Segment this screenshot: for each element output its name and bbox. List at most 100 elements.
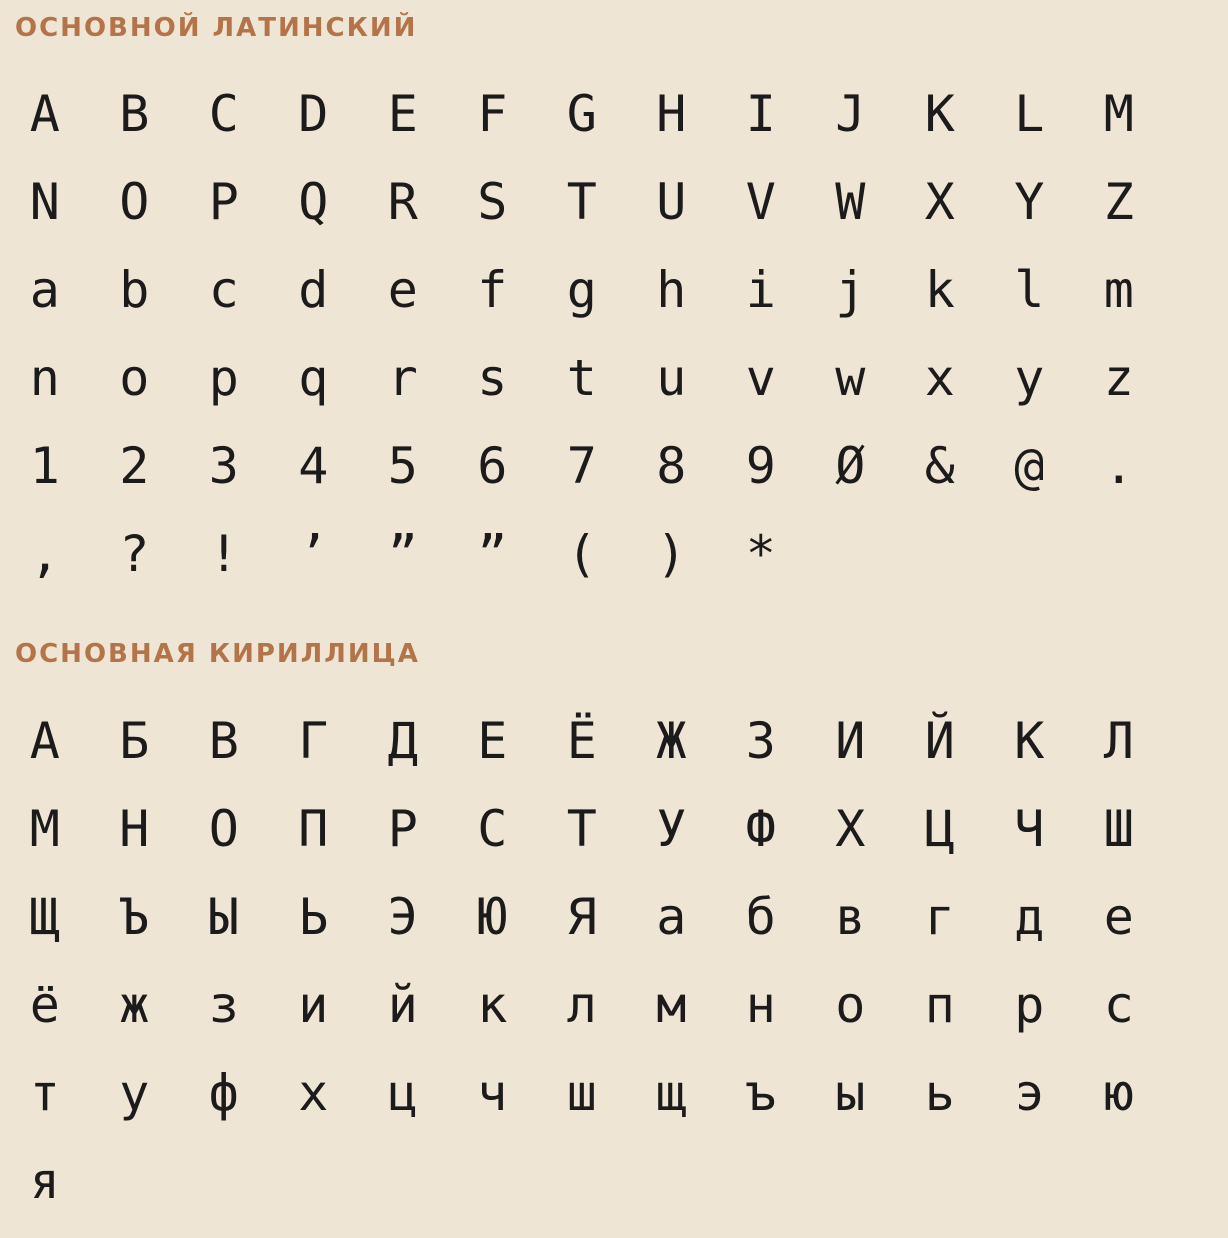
- glyph-cell: z: [1103, 349, 1134, 407]
- glyph-cell: Р: [387, 800, 418, 858]
- glyph-cell: t: [566, 349, 597, 407]
- glyph-cell: П: [298, 800, 329, 858]
- glyph-cell: a: [29, 261, 60, 319]
- glyph-cell: О: [208, 800, 239, 858]
- glyph-cell: д: [1014, 888, 1045, 946]
- glyph-cell: й: [387, 976, 418, 1034]
- glyph-cell: Г: [298, 712, 329, 770]
- glyph-cell: s: [477, 349, 508, 407]
- glyph-cell: ”: [387, 525, 418, 583]
- glyph-cell: ж: [119, 976, 150, 1034]
- glyph-cell: о: [835, 976, 866, 1034]
- glyph-cell: х: [298, 1064, 329, 1122]
- glyph-cell: j: [835, 261, 866, 319]
- glyph-cell: ю: [1103, 1064, 1134, 1122]
- glyph-cell: g: [566, 261, 597, 319]
- glyph-cell: Ё: [566, 712, 597, 770]
- glyph-cell: P: [208, 173, 239, 231]
- glyph-cell: m: [1103, 261, 1134, 319]
- glyph-cell: i: [745, 261, 776, 319]
- glyph-cell: J: [835, 85, 866, 143]
- glyph-cell: .: [1103, 437, 1134, 495]
- glyph-cell: Q: [298, 173, 329, 231]
- glyph-cell: Б: [119, 712, 150, 770]
- glyph-cell: E: [387, 85, 418, 143]
- glyph-cell: С: [477, 800, 508, 858]
- glyph-cell: e: [387, 261, 418, 319]
- glyph-cell: T: [566, 173, 597, 231]
- glyph-cell: w: [835, 349, 866, 407]
- glyph-cell: u: [656, 349, 687, 407]
- glyph-cell: Z: [1103, 173, 1134, 231]
- glyph-cell: Э: [387, 888, 418, 946]
- glyph-cell: H: [656, 85, 687, 143]
- glyph-cell: 9: [745, 437, 776, 495]
- glyph-cell: D: [298, 85, 329, 143]
- glyph-cell: Ж: [656, 712, 687, 770]
- glyph-cell: Ц: [924, 800, 955, 858]
- glyph-cell: 7: [566, 437, 597, 495]
- glyph-cell: Щ: [29, 888, 60, 946]
- glyph-cell: (: [566, 525, 597, 583]
- glyph-cell: 8: [656, 437, 687, 495]
- glyph-cell: И: [835, 712, 866, 770]
- glyph-cell: Н: [119, 800, 150, 858]
- glyph-cell: Д: [387, 712, 418, 770]
- glyph-cell: ): [656, 525, 687, 583]
- glyph-cell: b: [119, 261, 150, 319]
- glyph-cell: v: [745, 349, 776, 407]
- glyph-cell: ч: [477, 1064, 508, 1122]
- glyph-cell: U: [656, 173, 687, 231]
- glyph-cell: и: [298, 976, 329, 1034]
- glyph-cell: *: [745, 525, 776, 583]
- glyph-cell: Т: [566, 800, 597, 858]
- glyph-cell: 4: [298, 437, 329, 495]
- glyph-cell: 1: [29, 437, 60, 495]
- glyph-cell: б: [745, 888, 776, 946]
- glyph-cell: я: [29, 1152, 60, 1210]
- glyph-cell: Ю: [477, 888, 508, 946]
- glyph-cell: п: [924, 976, 955, 1034]
- glyph-cell: B: [119, 85, 150, 143]
- glyph-cell: 2: [119, 437, 150, 495]
- glyph-cell: к: [477, 976, 508, 1034]
- glyph-cell: n: [29, 349, 60, 407]
- glyph-cell: ”: [477, 525, 508, 583]
- glyph-cell: а: [656, 888, 687, 946]
- glyph-cell: е: [1103, 888, 1134, 946]
- glyph-cell: O: [119, 173, 150, 231]
- glyph-cell: W: [835, 173, 866, 231]
- glyph-cell: ъ: [745, 1064, 776, 1122]
- glyph-cell: &: [924, 437, 955, 495]
- glyph-cell: Х: [835, 800, 866, 858]
- cyrillic-section-title: ОСНОВНАЯ КИРИЛЛИЦА: [15, 639, 420, 669]
- glyph-cell: У: [656, 800, 687, 858]
- glyph-cell: В: [208, 712, 239, 770]
- glyph-cell: c: [208, 261, 239, 319]
- glyph-cell: ?: [119, 525, 150, 583]
- glyph-cell: М: [29, 800, 60, 858]
- glyph-cell: э: [1014, 1064, 1045, 1122]
- glyph-cell: S: [477, 173, 508, 231]
- glyph-cell: q: [298, 349, 329, 407]
- glyph-cell: A: [29, 85, 60, 143]
- glyph-cell: з: [208, 976, 239, 1034]
- glyph-cell: V: [745, 173, 776, 231]
- glyph-cell: 3: [208, 437, 239, 495]
- glyph-cell: f: [477, 261, 508, 319]
- glyph-cell: r: [387, 349, 418, 407]
- glyph-cell: ф: [208, 1064, 239, 1122]
- glyph-cell: R: [387, 173, 418, 231]
- glyph-cell: Ø: [835, 437, 866, 495]
- glyph-cell: с: [1103, 976, 1134, 1034]
- glyph-cell: F: [477, 85, 508, 143]
- glyph-cell: Ч: [1014, 800, 1045, 858]
- glyph-cell: k: [924, 261, 955, 319]
- glyph-cell: Я: [566, 888, 597, 946]
- glyph-cell: р: [1014, 976, 1045, 1034]
- glyph-cell: I: [745, 85, 776, 143]
- glyph-cell: т: [29, 1064, 60, 1122]
- glyph-cell: x: [924, 349, 955, 407]
- glyph-cell: G: [566, 85, 597, 143]
- glyph-cell: ы: [835, 1064, 866, 1122]
